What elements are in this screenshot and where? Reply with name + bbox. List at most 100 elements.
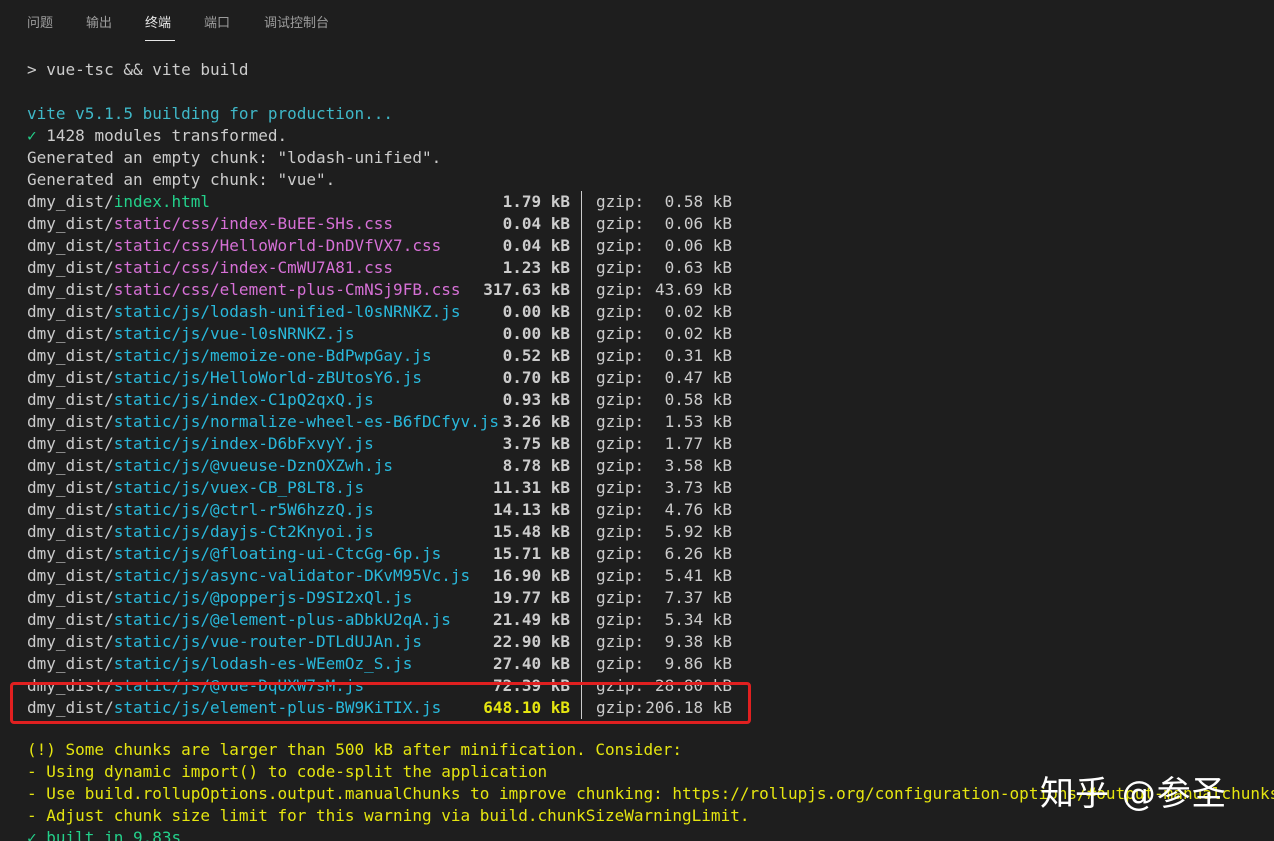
output-dir: dmy_dist/ (27, 324, 114, 343)
gzip-label: gzip: (596, 544, 645, 563)
gzip-label: gzip: (596, 280, 645, 299)
file-name[interactable]: static/js/lodash-es-WEemOz_S.js (114, 654, 413, 673)
column-separator (581, 235, 582, 257)
file-size: 1.23 kB (502, 258, 570, 277)
gzip-size: 0.47 kB (664, 368, 732, 387)
gzip-label: gzip: (596, 456, 645, 475)
file-name[interactable]: static/css/index-BuEE-SHs.css (114, 214, 393, 233)
file-name[interactable]: static/js/index-D6bFxvyY.js (114, 434, 374, 453)
output-dir: dmy_dist/ (27, 456, 114, 475)
output-dir: dmy_dist/ (27, 214, 114, 233)
gzip-size: 9.86 kB (664, 654, 732, 673)
gzip-size: 0.06 kB (664, 236, 732, 255)
file-path: dmy_dist/static/js/index-D6bFxvyY.js (27, 433, 374, 455)
gzip-label: gzip: (596, 324, 645, 343)
gzip-label: gzip: (596, 654, 645, 673)
file-path: dmy_dist/static/js/@vueuse-DznOXZwh.js (27, 455, 393, 477)
tab-debug-console[interactable]: 调试控制台 (264, 15, 329, 33)
output-dir: dmy_dist/ (27, 280, 114, 299)
build-file-row: dmy_dist/static/js/@ctrl-r5W6hzzQ.js 14.1… (0, 499, 760, 521)
file-path: dmy_dist/static/js/dayjs-Ct2Knyoi.js (27, 521, 374, 543)
build-file-row: dmy_dist/static/js/lodash-unified-l0sNRN… (0, 301, 760, 323)
file-size: 0.00 kB (502, 302, 570, 321)
column-separator (581, 543, 582, 565)
gzip-label: gzip: (596, 302, 645, 321)
gzip-label: gzip: (596, 346, 645, 365)
file-name[interactable]: static/js/@element-plus-aDbkU2qA.js (114, 610, 451, 629)
gzip-label: gzip: (596, 500, 645, 519)
build-file-row: dmy_dist/index.html 1.79 kB gzip: 0.58 kB (0, 191, 760, 213)
file-name[interactable]: static/js/vue-router-DTLdUJAn.js (114, 632, 422, 651)
file-size: 14.13 kB (492, 500, 570, 519)
file-name[interactable]: static/js/@popperjs-D9SI2xQl.js (114, 588, 413, 607)
tab-ports[interactable]: 端口 (204, 15, 230, 33)
build-file-row: dmy_dist/static/js/HelloWorld-zBUtosY6.j… (0, 367, 760, 389)
column-separator (581, 455, 582, 477)
file-path: dmy_dist/static/js/normalize-wheel-es-B6… (27, 411, 499, 433)
build-file-row: dmy_dist/static/js/@vueuse-DznOXZwh.js 8.… (0, 455, 760, 477)
warning-line: (!) Some chunks are larger than 500 kB a… (27, 740, 683, 759)
file-name[interactable]: static/js/memoize-one-BdPwpGay.js (114, 346, 432, 365)
gzip-size: 43.69 kB (654, 280, 732, 299)
build-file-row: dmy_dist/static/js/lodash-es-WEemOz_S.js… (0, 653, 760, 675)
file-name[interactable]: index.html (114, 192, 210, 211)
modules-line: ✓ 1428 modules transformed. (27, 125, 287, 147)
column-separator (581, 257, 582, 279)
build-file-row: dmy_dist/static/css/element-plus-CmNSj9F… (0, 279, 760, 301)
file-name[interactable]: static/js/lodash-unified-l0sNRNKZ.js (114, 302, 461, 321)
file-name[interactable]: static/js/dayjs-Ct2Knyoi.js (114, 522, 374, 541)
file-size: 3.75 kB (502, 434, 570, 453)
file-size: 8.78 kB (502, 456, 570, 475)
file-name[interactable]: static/js/@ctrl-r5W6hzzQ.js (114, 500, 374, 519)
gzip-size: 0.02 kB (664, 302, 732, 321)
gzip-size: 0.06 kB (664, 214, 732, 233)
gzip-size: 5.41 kB (664, 566, 732, 585)
gzip-label: gzip: (596, 412, 645, 431)
file-name[interactable]: static/css/HelloWorld-DnDVfVX7.css (114, 236, 442, 255)
file-name[interactable]: static/js/normalize-wheel-es-B6fDCfyv.js (114, 412, 499, 431)
build-file-row: dmy_dist/static/js/index-C1pQ2qxQ.js 0.93… (0, 389, 760, 411)
output-dir: dmy_dist/ (27, 192, 114, 211)
file-path: dmy_dist/static/js/async-validator-DKvM9… (27, 565, 470, 587)
gzip-size: 7.37 kB (664, 588, 732, 607)
build-file-row: dmy_dist/static/js/async-validator-DKvM9… (0, 565, 760, 587)
column-separator (581, 323, 582, 345)
tab-problems[interactable]: 问题 (27, 15, 53, 33)
column-separator (581, 587, 582, 609)
file-path: dmy_dist/static/js/vue-router-DTLdUJAn.j… (27, 631, 422, 653)
build-file-row: dmy_dist/static/js/@popperjs-D9SI2xQl.js… (0, 587, 760, 609)
file-name[interactable]: static/js/vuex-CB_P8LT8.js (114, 478, 364, 497)
gzip-size: 4.76 kB (664, 500, 732, 519)
file-name[interactable]: static/js/@floating-ui-CtcGg-6p.js (114, 544, 442, 563)
file-name[interactable]: static/js/HelloWorld-zBUtosY6.js (114, 368, 422, 387)
file-name[interactable]: static/js/index-C1pQ2qxQ.js (114, 390, 374, 409)
file-path: dmy_dist/static/js/@floating-ui-CtcGg-6p… (27, 543, 441, 565)
file-name[interactable]: static/css/element-plus-CmNSj9FB.css (114, 280, 461, 299)
empty-chunk-line: Generated an empty chunk: "lodash-unifie… (27, 148, 442, 167)
column-separator (581, 213, 582, 235)
built-line: ✓ built in 9.83s (27, 828, 182, 841)
file-path: dmy_dist/static/css/HelloWorld-DnDVfVX7.… (27, 235, 441, 257)
output-dir: dmy_dist/ (27, 478, 114, 497)
gzip-label: gzip: (596, 214, 645, 233)
tab-terminal[interactable]: 终端 (145, 15, 171, 33)
gzip-label: gzip: (596, 588, 645, 607)
gzip-label: gzip: (596, 258, 645, 277)
tab-output[interactable]: 输出 (86, 15, 112, 33)
file-path: dmy_dist/static/js/vuex-CB_P8LT8.js (27, 477, 364, 499)
empty-chunk-line: Generated an empty chunk: "vue". (27, 170, 336, 189)
output-dir: dmy_dist/ (27, 500, 114, 519)
file-name[interactable]: static/js/@vueuse-DznOXZwh.js (114, 456, 393, 475)
column-separator (581, 367, 582, 389)
gzip-label: gzip: (596, 236, 645, 255)
file-name[interactable]: static/css/index-CmWU7A81.css (114, 258, 393, 277)
gzip-size: 0.58 kB (664, 390, 732, 409)
file-name[interactable]: static/js/vue-l0sNRNKZ.js (114, 324, 355, 343)
column-separator (581, 191, 582, 213)
gzip-label: gzip: (596, 632, 645, 651)
file-name[interactable]: static/js/async-validator-DKvM95Vc.js (114, 566, 470, 585)
gzip-size: 1.53 kB (664, 412, 732, 431)
file-size: 21.49 kB (492, 610, 570, 629)
column-separator (581, 499, 582, 521)
gzip-label: gzip: (596, 610, 645, 629)
